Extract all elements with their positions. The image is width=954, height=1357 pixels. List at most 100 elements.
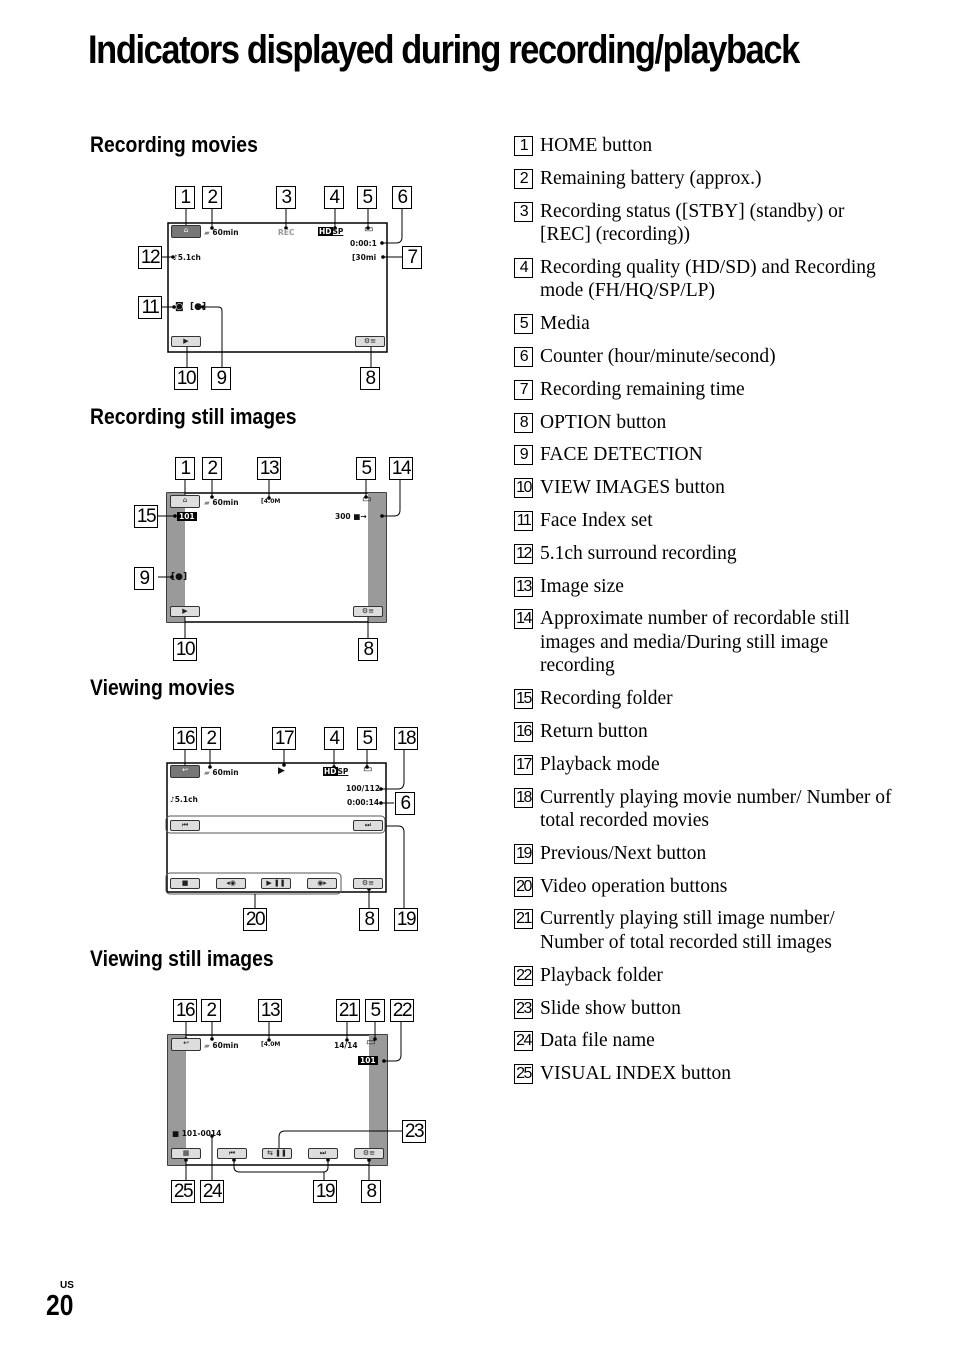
- callout-23: 23: [402, 1120, 426, 1143]
- legend-item-number: 2: [514, 168, 533, 189]
- legend-item: 15 Recording folder: [514, 687, 894, 711]
- legend-item-number: 21: [514, 909, 533, 930]
- view-images-icon: ▶: [182, 607, 188, 615]
- return-button[interactable]: ↩: [170, 765, 200, 778]
- recording-folder: 101: [177, 512, 197, 521]
- next-button[interactable]: ⏭: [308, 1148, 338, 1159]
- visual-index-icon: ▦: [182, 1149, 190, 1157]
- callout-6: 6: [392, 186, 412, 209]
- callout-21: 21: [336, 999, 360, 1022]
- data-file-name: ■ 101-0014: [172, 1129, 221, 1138]
- callout-4: 4: [324, 727, 344, 750]
- legend-item: 24 Data file name: [514, 1029, 894, 1053]
- callout-19: 19: [394, 908, 418, 931]
- next-icon: ⏭: [364, 821, 372, 829]
- lcd-left-bar: [168, 1035, 186, 1165]
- forward-icon: ◉▸: [317, 879, 327, 887]
- surround-indicator: ♪5.1ch: [170, 795, 198, 804]
- rewind-button[interactable]: ◂◉: [216, 878, 246, 889]
- legend-item-text: 5.1ch surround recording: [540, 542, 737, 564]
- callout-8: 8: [358, 638, 378, 661]
- battery-icon: ▰: [204, 1041, 210, 1050]
- stop-icon: ■: [181, 879, 189, 887]
- visual-index-button[interactable]: ▦: [171, 1148, 201, 1159]
- stop-button[interactable]: ■: [170, 878, 200, 889]
- legend-item: 17 Playback mode: [514, 753, 894, 777]
- legend-item-text: VISUAL INDEX button: [540, 1063, 732, 1085]
- battery-indicator: ▰ 60min: [204, 768, 239, 777]
- callout-9: 9: [211, 367, 231, 390]
- legend-item-text: FACE DETECTION: [540, 444, 703, 466]
- lcd-screen-frame: [167, 1034, 388, 1166]
- image-size: [4.0M: [261, 498, 281, 505]
- legend-item-text: Playback folder: [540, 964, 663, 986]
- play-pause-button[interactable]: ▶ ❚❚: [261, 878, 291, 889]
- image-count: 14/14: [334, 1041, 358, 1050]
- legend-item-number: 4: [514, 257, 533, 278]
- callout-5: 5: [356, 457, 376, 480]
- quality-badge: HD: [318, 227, 333, 236]
- home-icon: ⌂: [182, 496, 188, 504]
- legend-item: 23 Slide show button: [514, 997, 894, 1021]
- image-size-value: 4.0M: [263, 1041, 281, 1048]
- surround-indicator: ♪5.1ch: [173, 253, 201, 262]
- legend-item-number: 19: [514, 843, 533, 864]
- callout-11: 11: [138, 296, 162, 319]
- previous-icon: ⏮: [228, 1149, 236, 1157]
- face-index-icon: ◙: [175, 302, 184, 312]
- recording-quality-mode: HDSP: [323, 767, 348, 776]
- lcd-right-bar: [369, 1035, 387, 1165]
- option-icon: ⚙≡: [363, 337, 377, 345]
- previous-button[interactable]: ⏮: [170, 820, 200, 831]
- legend-item-text: Slide show button: [540, 997, 681, 1019]
- legend-item: 10 VIEW IMAGES button: [514, 476, 894, 500]
- legend-item: 12 5.1ch surround recording: [514, 542, 894, 566]
- legend-item: 13 Image size: [514, 575, 894, 599]
- callout-13: 13: [258, 999, 282, 1022]
- legend-item: 8 OPTION button: [514, 411, 894, 435]
- option-button[interactable]: ⚙≡: [353, 606, 383, 617]
- option-button[interactable]: ⚙≡: [355, 336, 385, 347]
- legend-item-text: Return button: [540, 720, 648, 742]
- slide-show-button[interactable]: ⇆ ❚❚: [262, 1148, 292, 1159]
- legend-item: 22 Playback folder: [514, 964, 894, 988]
- diagram-recording-still-images: ⌂ ▰ 60min [4.0M ▭ 300 ■→ 101 [●] ▶ ⚙≡ 1 …: [130, 450, 430, 665]
- legend-item: 21 Currently playing still image number/ …: [514, 907, 894, 954]
- callout-8: 8: [361, 1180, 381, 1203]
- rewind-icon: ◂◉: [226, 879, 236, 887]
- return-button[interactable]: ↩: [171, 1038, 201, 1051]
- previous-button[interactable]: ⏮: [217, 1148, 247, 1159]
- next-button[interactable]: ⏭: [353, 820, 383, 831]
- callout-16: 16: [173, 727, 197, 750]
- legend-item-number: 1: [514, 136, 533, 156]
- callout-2: 2: [202, 186, 222, 209]
- legend-item-text: Recording status ([STBY] (standby) or [R…: [540, 200, 845, 246]
- option-button[interactable]: ⚙≡: [354, 1148, 384, 1159]
- legend-item-number: 20: [514, 876, 533, 897]
- option-button[interactable]: ⚙≡: [353, 878, 383, 889]
- legend-item-number: 15: [514, 689, 533, 710]
- callout-5: 5: [357, 186, 377, 209]
- callout-1: 1: [175, 186, 195, 209]
- callout-2: 2: [202, 457, 222, 480]
- legend-item-text: Video operation buttons: [540, 875, 728, 897]
- home-button[interactable]: ⌂: [171, 225, 201, 238]
- callout-15: 15: [134, 505, 158, 528]
- diagram-viewing-movies: ↩ ▰ 60min ▶ HDSP ▭ 100/112 0:00:14 ♪5.1c…: [130, 720, 430, 935]
- legend-item: 7 Recording remaining time: [514, 378, 894, 402]
- callout-8: 8: [359, 908, 379, 931]
- home-button[interactable]: ⌂: [170, 495, 200, 508]
- media-icon: ▭: [366, 1037, 376, 1048]
- remaining-time: [30mi: [352, 253, 377, 262]
- callout-8: 8: [360, 367, 380, 390]
- forward-button[interactable]: ◉▸: [307, 878, 337, 889]
- file-name-value: 101-0014: [181, 1129, 222, 1138]
- movie-count: 100/112: [346, 784, 381, 793]
- camera-icon: ■: [353, 512, 361, 521]
- view-images-button[interactable]: ▶: [170, 606, 200, 617]
- callout-17: 17: [272, 727, 296, 750]
- legend-item-number: 3: [514, 201, 533, 222]
- page-number: 20: [46, 1290, 74, 1322]
- view-images-button[interactable]: ▶: [171, 336, 201, 347]
- legend-item: 14 Approximate number of recordable still…: [514, 607, 894, 678]
